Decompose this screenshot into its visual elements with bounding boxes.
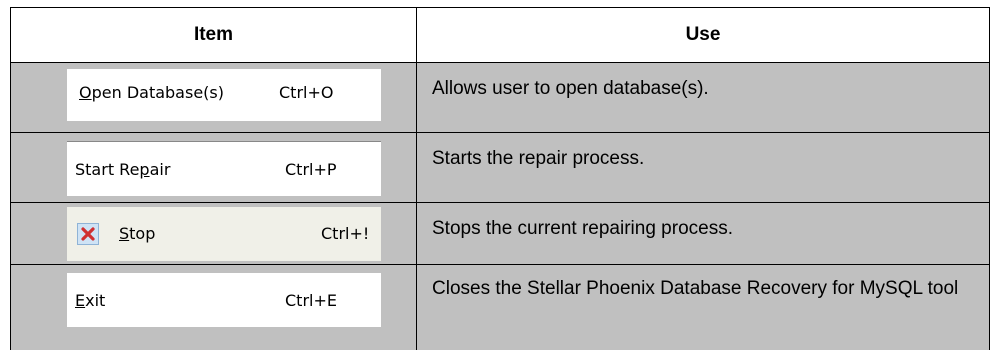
menu-item-exit[interactable]: Exit Ctrl+E (67, 273, 381, 327)
menu-item-shortcut: Ctrl+O (279, 83, 334, 102)
table-row: Open Database(s) Ctrl+O Allows user to o… (10, 63, 990, 133)
menu-item-label: Open Database(s) (79, 83, 224, 102)
menu-item-shortcut: Ctrl+! (321, 224, 370, 243)
table-row: Exit Ctrl+E Closes the Stellar Phoenix D… (10, 265, 990, 350)
menu-item-open-database[interactable]: Open Database(s) Ctrl+O (67, 69, 381, 121)
column-divider (416, 133, 417, 202)
column-divider (416, 63, 417, 132)
header-use: Use (685, 24, 721, 45)
use-description: Starts the repair process. (432, 148, 645, 169)
menu-item-label: Stop (119, 224, 156, 243)
stop-x-icon (77, 223, 99, 245)
menu-item-label: Exit (75, 291, 106, 310)
column-divider (416, 203, 417, 264)
menu-item-stop[interactable]: Stop Ctrl+! (67, 207, 381, 261)
use-description: Allows user to open database(s). (432, 78, 709, 99)
use-description: Stops the current repairing process. (432, 218, 733, 239)
header-item: Item (11, 8, 417, 62)
table-row: Stop Ctrl+! Stops the current repairing … (10, 203, 990, 265)
column-divider (416, 265, 417, 350)
menu-item-start-repair[interactable]: Start Repair Ctrl+P (67, 141, 381, 196)
table-row: Start Repair Ctrl+P Starts the repair pr… (10, 133, 990, 203)
use-description: Closes the Stellar Phoenix Database Reco… (432, 278, 959, 299)
menu-item-shortcut: Ctrl+E (285, 291, 337, 310)
table-header-row: Item Use (10, 7, 990, 63)
menu-item-shortcut: Ctrl+P (285, 160, 337, 179)
menu-item-label: Start Repair (75, 160, 171, 179)
